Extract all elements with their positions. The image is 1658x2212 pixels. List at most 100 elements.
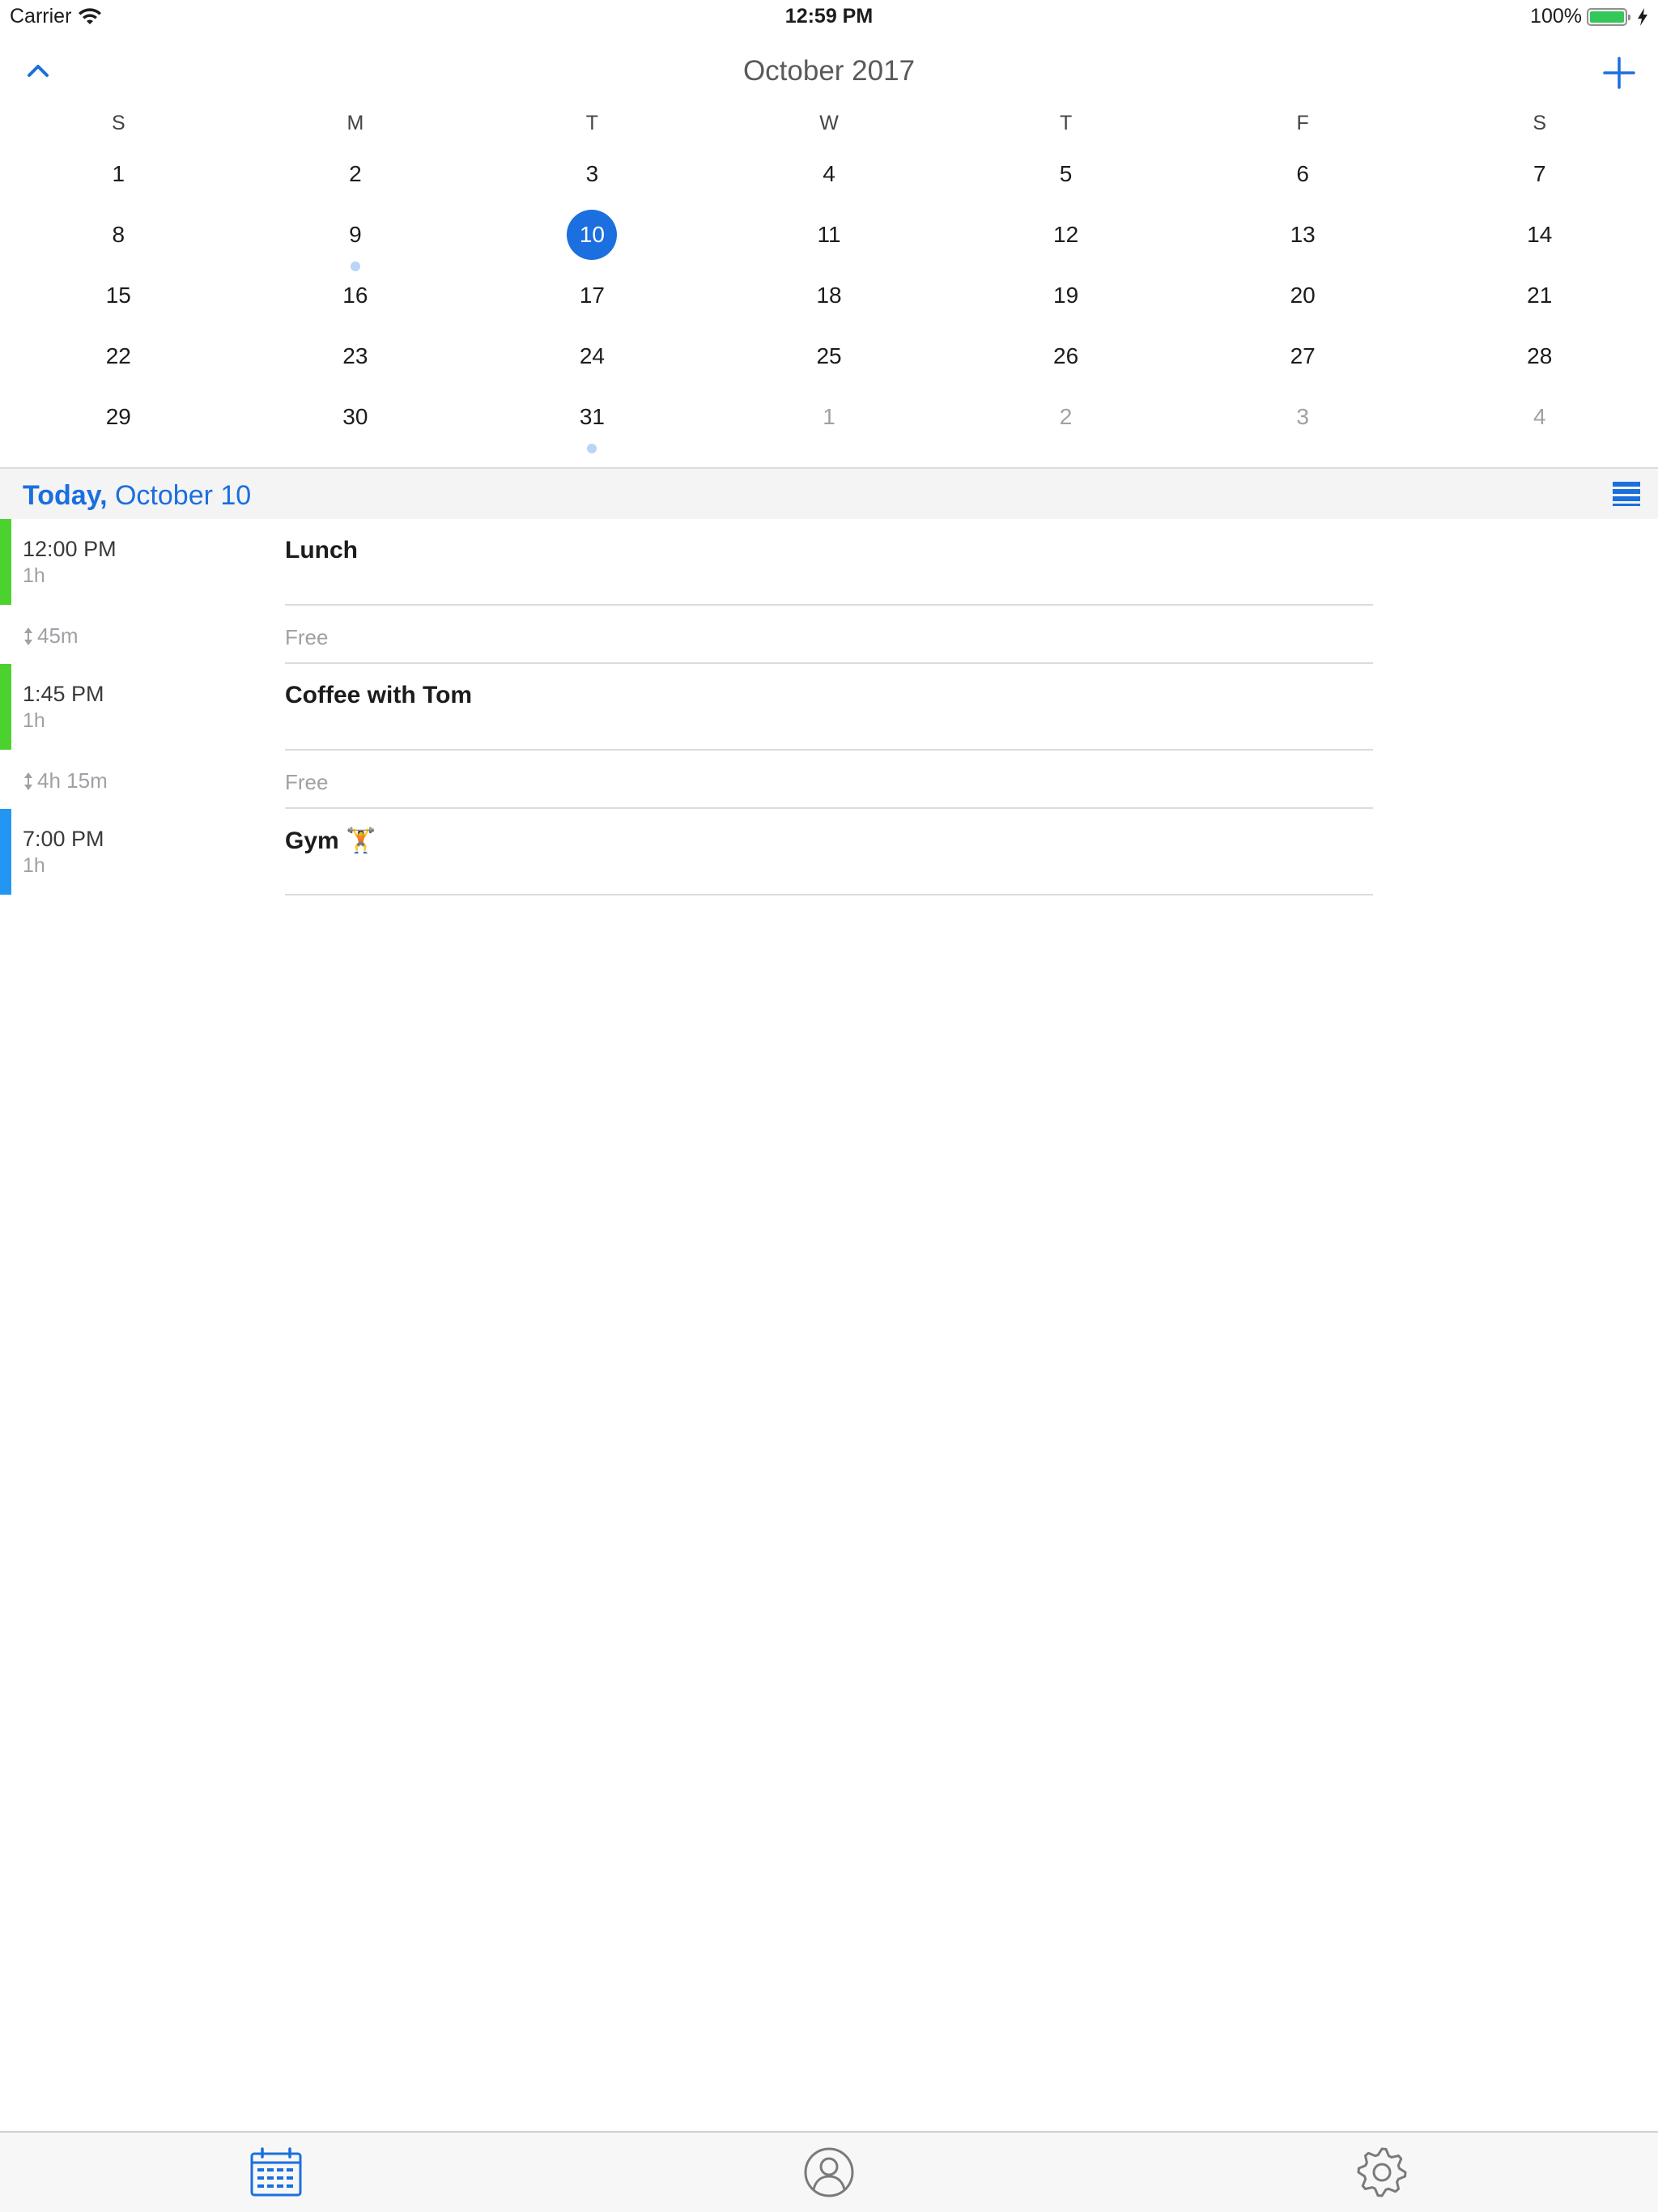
battery-icon (1587, 7, 1630, 26)
day-number: 20 (1290, 283, 1316, 308)
calendar-header: October 2017 (0, 39, 1658, 104)
day-cell[interactable]: 15 (0, 262, 237, 323)
day-number: 11 (817, 222, 841, 247)
event-row[interactable]: 7:00 PM 1h Gym 🏋 (0, 809, 1658, 895)
row-divider (285, 894, 1373, 895)
calendar-weeks: 1 2 3 4 5 6 7 8 9 10 11 12 13 14 15 16 17 18 19 20 21 22 23 24 2… (0, 141, 1658, 453)
day-cell[interactable]: 7 (1421, 141, 1658, 202)
day-cell[interactable]: 31 (474, 384, 711, 453)
day-cell[interactable]: 5 (947, 141, 1184, 202)
day-cell[interactable]: 28 (1421, 323, 1658, 384)
day-number: 19 (1053, 283, 1079, 308)
tab-profile[interactable] (553, 2133, 1106, 2212)
event-time: 7:00 PM (23, 827, 104, 851)
free-label: Free (285, 770, 329, 794)
weekday-label: T (1059, 112, 1073, 134)
battery-percent: 100% (1530, 5, 1582, 28)
weekday-label: F (1296, 112, 1309, 134)
week-row: 8 9 10 11 12 13 14 (0, 202, 1658, 271)
tab-settings[interactable] (1105, 2133, 1658, 2212)
add-event-button[interactable] (1596, 50, 1642, 96)
day-cell[interactable]: 3 (474, 141, 711, 202)
battery-level-fill (1590, 11, 1624, 23)
day-cell[interactable]: 6 (1184, 141, 1422, 202)
weekday-label: W (819, 112, 839, 134)
free-label: Free (285, 625, 329, 649)
weekday-label: T (585, 112, 599, 134)
week-row: 29 30 31 1 2 3 4 (0, 384, 1658, 453)
day-number: 12 (1053, 222, 1079, 247)
day-number: 29 (105, 404, 131, 429)
charging-bolt-icon (1638, 7, 1647, 26)
day-cell[interactable]: 9 (237, 202, 474, 271)
day-cell[interactable]: 4 (1421, 384, 1658, 445)
day-cell[interactable]: 26 (947, 323, 1184, 384)
day-number: 28 (1527, 343, 1553, 368)
weekday-label: M (346, 112, 364, 134)
selected-date-label: October 10 (107, 480, 252, 511)
day-cell[interactable]: 24 (474, 323, 711, 384)
day-cell-selected[interactable]: 10 (474, 202, 711, 262)
day-cell[interactable]: 17 (474, 262, 711, 323)
day-cell[interactable]: 23 (237, 323, 474, 384)
day-cell[interactable]: 18 (711, 262, 948, 323)
day-cell[interactable]: 8 (0, 202, 237, 262)
day-number: 1 (823, 404, 835, 429)
day-cell[interactable]: 11 (711, 202, 948, 262)
day-number: 10 (567, 210, 618, 260)
day-number: 24 (579, 343, 606, 368)
day-cell[interactable]: 14 (1421, 202, 1658, 262)
tab-calendar[interactable] (0, 2133, 553, 2212)
free-gap: 4h 15m (23, 768, 108, 793)
event-color-bar (0, 519, 11, 605)
event-duration: 1h (23, 564, 45, 587)
day-cell[interactable]: 30 (237, 384, 474, 445)
day-cell[interactable]: 16 (237, 262, 474, 323)
day-cell[interactable]: 13 (1184, 202, 1422, 262)
day-number: 8 (112, 222, 125, 247)
event-row[interactable]: 1:45 PM 1h Coffee with Tom (0, 664, 1658, 751)
day-number: 7 (1533, 161, 1546, 186)
day-number: 30 (342, 404, 368, 429)
event-time: 1:45 PM (23, 682, 104, 706)
free-time-row: 45m Free (0, 606, 1658, 664)
week-row: 22 23 24 25 26 27 28 (0, 323, 1658, 384)
selected-day-label: Today, October 10 (23, 480, 251, 512)
day-cell[interactable]: 2 (237, 141, 474, 202)
day-cell[interactable]: 3 (1184, 384, 1422, 445)
day-cell[interactable]: 19 (947, 262, 1184, 323)
day-number: 15 (105, 283, 131, 308)
calendar-icon (250, 2147, 302, 2197)
weekday-label: S (1533, 112, 1547, 134)
day-header: Today, October 10 (0, 467, 1658, 519)
vertical-arrows-icon (24, 772, 32, 790)
event-color-bar (0, 809, 11, 895)
day-number: 22 (105, 343, 131, 368)
day-number: 9 (349, 222, 362, 247)
day-cell[interactable]: 4 (711, 141, 948, 202)
day-cell[interactable]: 2 (947, 384, 1184, 445)
day-cell[interactable]: 20 (1184, 262, 1422, 323)
event-duration: 1h (23, 709, 45, 732)
event-time: 12:00 PM (23, 537, 117, 561)
day-cell[interactable]: 12 (947, 202, 1184, 262)
list-view-button[interactable] (1613, 482, 1640, 506)
day-number: 18 (816, 283, 842, 308)
day-cell[interactable]: 22 (0, 323, 237, 384)
day-cell[interactable]: 1 (0, 141, 237, 202)
week-row: 1 2 3 4 5 6 7 (0, 141, 1658, 202)
day-cell[interactable]: 25 (711, 323, 948, 384)
day-cell[interactable]: 1 (711, 384, 948, 445)
day-cell[interactable]: 29 (0, 384, 237, 445)
event-row[interactable]: 12:00 PM 1h Lunch (0, 519, 1658, 606)
day-number: 13 (1290, 222, 1316, 247)
day-cell[interactable]: 21 (1421, 262, 1658, 323)
month-calendar: SMTWTFS 1 2 3 4 5 6 7 8 9 10 11 12 13 14 15 16 17 18 19 20 2… (0, 105, 1658, 453)
event-duration: 1h (23, 854, 45, 877)
weekday-label: S (111, 112, 125, 134)
day-number: 14 (1527, 222, 1553, 247)
month-title: October 2017 (742, 55, 916, 87)
event-title: Coffee with Tom (285, 682, 473, 708)
day-cell[interactable]: 27 (1184, 323, 1422, 384)
day-number: 17 (579, 283, 606, 308)
